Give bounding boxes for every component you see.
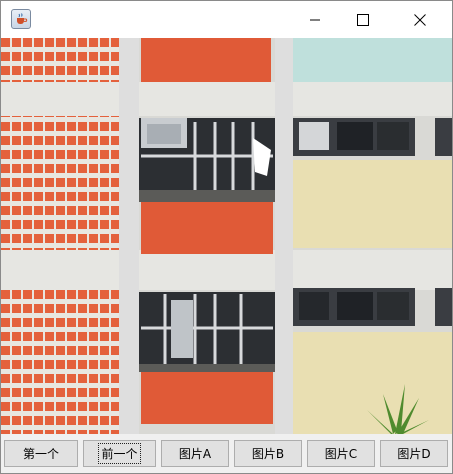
previous-button-label: 前一个 xyxy=(98,443,141,464)
image-c-button-label: 图片C xyxy=(324,447,358,461)
image-a-button-label: 图片A xyxy=(178,447,212,461)
image-c-button[interactable]: 图片C xyxy=(307,440,375,467)
minimize-button[interactable] xyxy=(292,1,338,38)
image-b-button-label: 图片B xyxy=(251,447,285,461)
close-button[interactable] xyxy=(397,1,443,38)
image-display-area xyxy=(1,38,452,434)
image-b-button[interactable]: 图片B xyxy=(234,440,302,467)
first-button[interactable]: 第一个 xyxy=(4,440,78,467)
app-window: 第一个 前一个 图片A 图片B 图片C 图片D xyxy=(0,0,453,474)
image-a-button[interactable]: 图片A xyxy=(161,440,229,467)
maximize-button[interactable] xyxy=(340,1,386,38)
building-facade-photo xyxy=(1,38,452,434)
maximize-icon xyxy=(357,13,369,26)
minimize-icon xyxy=(310,19,320,20)
close-icon xyxy=(414,13,426,26)
previous-button[interactable]: 前一个 xyxy=(83,440,156,467)
java-coffee-cup-icon xyxy=(11,9,31,29)
navigation-button-bar: 第一个 前一个 图片A 图片B 图片C 图片D xyxy=(1,434,452,473)
image-d-button[interactable]: 图片D xyxy=(380,440,448,467)
image-d-button-label: 图片D xyxy=(397,447,431,461)
title-bar[interactable] xyxy=(1,1,452,38)
first-button-label: 第一个 xyxy=(22,447,59,461)
